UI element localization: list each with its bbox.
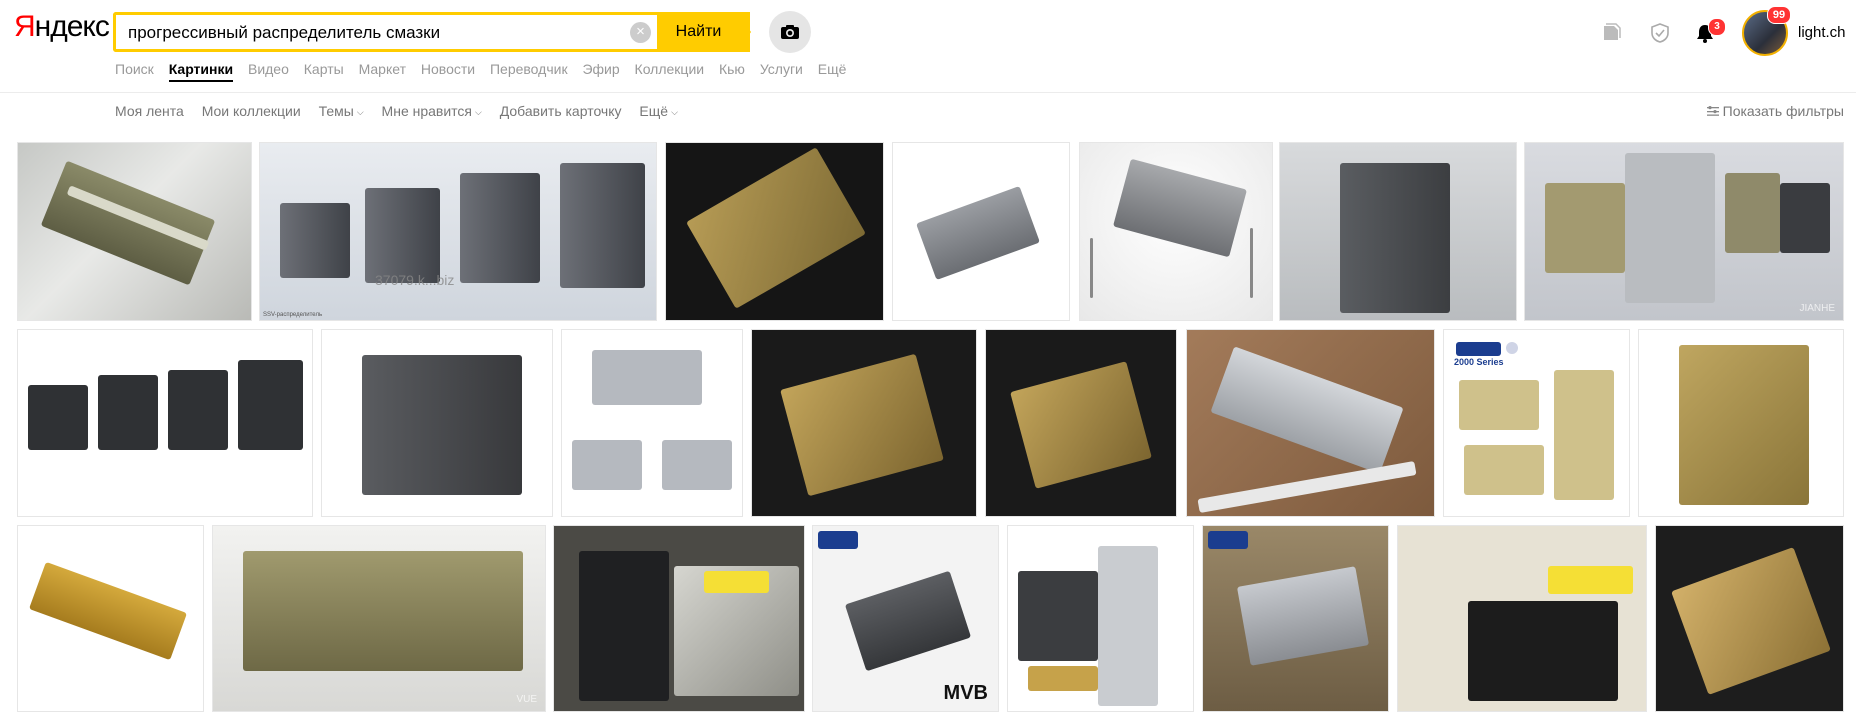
jianhe-watermark: JIANHE xyxy=(1799,303,1835,314)
chevron-down-icon: ⌵ xyxy=(671,107,678,117)
image-result[interactable] xyxy=(321,329,553,517)
my-collections-link[interactable]: Мои коллекции xyxy=(202,103,301,119)
tab-more[interactable]: Ещё xyxy=(818,61,847,77)
tab-services[interactable]: Услуги xyxy=(760,61,803,77)
my-feed-link[interactable]: Моя лента xyxy=(115,103,184,119)
tab-video[interactable]: Видео xyxy=(248,61,289,77)
image-result[interactable] xyxy=(17,142,252,321)
shield-icon[interactable] xyxy=(1649,22,1671,44)
image-search-button[interactable] xyxy=(769,11,811,53)
image-result[interactable] xyxy=(1279,142,1517,321)
username[interactable]: light.ch xyxy=(1798,24,1846,41)
image-result[interactable]: VUE xyxy=(212,525,546,712)
site-watermark: 37079.k...biz xyxy=(375,272,455,288)
image-result[interactable]: 37079.k...biz SSV-распределитель xyxy=(259,142,657,321)
add-card-link[interactable]: Добавить карточку xyxy=(500,103,622,119)
mvb-label: MVB xyxy=(943,682,988,704)
image-result[interactable] xyxy=(1638,329,1844,517)
tab-market[interactable]: Маркет xyxy=(359,61,406,77)
service-tabs: Поиск Картинки Видео Карты Маркет Новост… xyxy=(115,61,857,82)
images-subnav: Моя лента Мои коллекции Темы ⌵ Мне нравит… xyxy=(115,103,692,119)
image-result[interactable] xyxy=(17,329,313,517)
search-box: × xyxy=(113,12,658,52)
image-result[interactable]: MVB xyxy=(812,525,999,712)
image-result[interactable] xyxy=(1202,525,1389,712)
search-input[interactable] xyxy=(126,20,610,46)
image-result[interactable] xyxy=(1079,142,1273,321)
camera-icon xyxy=(781,25,799,39)
yandex-logo[interactable]: Яндекс xyxy=(14,10,110,44)
image-result[interactable] xyxy=(561,329,743,517)
image-result[interactable] xyxy=(1655,525,1844,712)
tab-efir[interactable]: Эфир xyxy=(582,61,619,77)
show-filters-button[interactable]: Показать фильтры xyxy=(1706,103,1844,119)
chevron-down-icon: ⌵ xyxy=(475,107,482,117)
clear-search-button[interactable]: × xyxy=(630,22,651,43)
image-result[interactable] xyxy=(665,142,884,321)
chevron-down-icon: ⌵ xyxy=(356,107,364,117)
image-result[interactable] xyxy=(1007,525,1194,712)
header: Яндекс × Найти Поиск Картинки Видео Карт… xyxy=(0,0,1856,93)
tab-maps[interactable]: Карты xyxy=(304,61,344,77)
tab-collections[interactable]: Коллекции xyxy=(635,61,705,77)
tab-translate[interactable]: Переводчик xyxy=(490,61,568,77)
tab-q[interactable]: Кью xyxy=(719,61,745,77)
image-result[interactable] xyxy=(1186,329,1435,517)
image-caption: SSV-распределитель xyxy=(263,312,323,318)
collections-icon[interactable] xyxy=(1600,22,1622,44)
notifications-badge: 3 xyxy=(1708,18,1726,36)
tab-images[interactable]: Картинки xyxy=(168,61,234,82)
likes-dropdown[interactable]: Мне нравится ⌵ xyxy=(382,103,482,119)
tab-news[interactable]: Новости xyxy=(421,61,475,77)
more-dropdown[interactable]: Ещё ⌵ xyxy=(639,103,677,119)
image-result[interactable] xyxy=(553,525,805,712)
avatar-badge: 99 xyxy=(1767,6,1791,24)
image-result[interactable]: 2000 Series xyxy=(1443,329,1630,517)
series-label: 2000 Series xyxy=(1454,357,1504,367)
vue-watermark: VUE xyxy=(516,694,537,705)
image-result[interactable] xyxy=(17,525,204,712)
image-result[interactable] xyxy=(985,329,1177,517)
image-result[interactable] xyxy=(751,329,977,517)
filters-icon xyxy=(1706,106,1719,116)
tab-search[interactable]: Поиск xyxy=(115,61,154,77)
themes-dropdown[interactable]: Темы ⌵ xyxy=(319,103,364,119)
find-button-arrow xyxy=(737,12,751,52)
image-result[interactable] xyxy=(1397,525,1647,712)
image-result[interactable]: JIANHE xyxy=(1524,142,1844,321)
image-result[interactable] xyxy=(892,142,1070,321)
